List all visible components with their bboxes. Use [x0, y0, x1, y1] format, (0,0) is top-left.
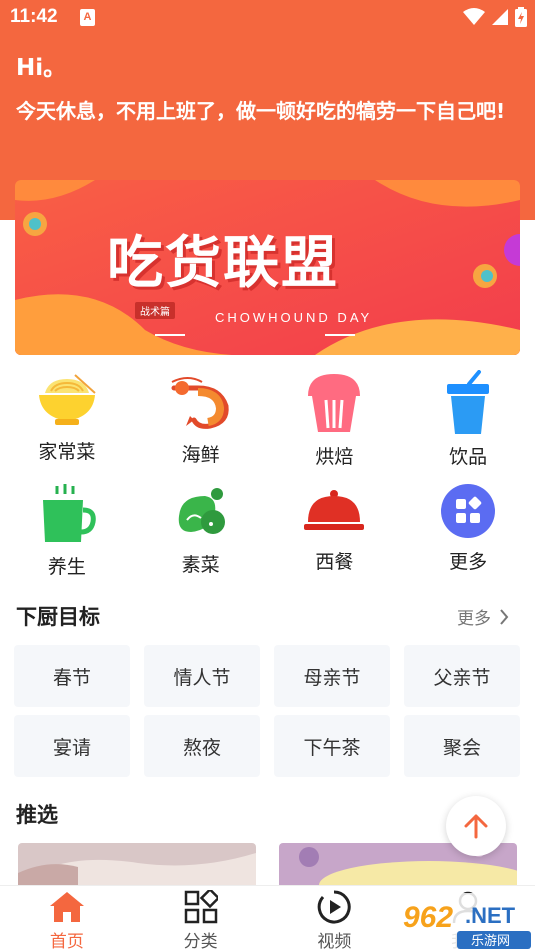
goal-tag[interactable]: 春节 [14, 645, 130, 707]
category-more[interactable]: 更多 [401, 482, 535, 574]
category-grid: 家常菜 海鲜 烘焙 饮品 养生 素菜 西餐 更多 [0, 370, 535, 578]
nav-category[interactable]: 分类 [134, 886, 268, 952]
status-time: 11:42 [10, 6, 58, 27]
home-icon [47, 889, 87, 925]
promo-banner[interactable]: 吃货联盟 战术篇 CHOWHOUND DAY [15, 180, 520, 355]
category-vegetarian[interactable]: 素菜 [134, 482, 268, 576]
vegetables-icon [168, 482, 234, 542]
nav-home[interactable]: 首页 [0, 886, 134, 952]
chevron-right-icon [500, 608, 509, 625]
category-health[interactable]: 养生 [0, 482, 134, 578]
goals-more-link[interactable]: 更多 [457, 604, 509, 629]
goal-tag[interactable]: 聚会 [404, 715, 520, 777]
category-label: 西餐 [315, 551, 354, 573]
nav-label: 视频 [317, 932, 352, 952]
category-drinks[interactable]: 饮品 [401, 370, 535, 468]
greeting-text: Hi。 [16, 55, 67, 81]
noodle-bowl-icon [34, 372, 100, 429]
scroll-to-top-button[interactable] [446, 796, 506, 856]
category-grid-icon [181, 889, 221, 925]
goal-tag[interactable]: 熬夜 [144, 715, 260, 777]
wifi-icon [463, 8, 485, 25]
shrimp-icon [168, 372, 234, 432]
goal-tag[interactable]: 母亲节 [274, 645, 390, 707]
drink-cup-icon [435, 370, 501, 434]
nav-label: 首页 [49, 932, 84, 952]
banner-title: 吃货联盟 [107, 231, 339, 296]
nav-video[interactable]: 视频 [268, 886, 402, 952]
category-label: 家常菜 [38, 441, 96, 463]
goal-tag[interactable]: 宴请 [14, 715, 130, 777]
cupcake-icon [301, 372, 367, 434]
category-label: 饮品 [449, 446, 488, 468]
video-play-icon [314, 889, 354, 925]
more-apps-icon [435, 482, 501, 539]
battery-icon [515, 7, 527, 27]
nav-label: 分类 [183, 932, 218, 952]
goal-tag[interactable]: 情人节 [144, 645, 260, 707]
site-watermark-logo: 962 .NET 乐游网 [397, 893, 535, 952]
status-icons [463, 7, 527, 27]
category-label: 更多 [449, 551, 488, 573]
category-baking[interactable]: 烘焙 [268, 372, 402, 468]
category-western[interactable]: 西餐 [268, 482, 402, 574]
svg-text:962: 962 [403, 901, 453, 934]
recommend-section-title: 推选 [16, 803, 58, 827]
recommend-card-image[interactable] [18, 843, 256, 885]
more-link-label: 更多 [457, 609, 491, 629]
banner-subtitle: CHOWHOUND DAY [215, 310, 373, 325]
svg-text:乐游网: 乐游网 [471, 934, 510, 949]
status-bar: 11:42 A [0, 0, 535, 36]
arrow-up-icon [464, 814, 488, 839]
category-seafood[interactable]: 海鲜 [134, 372, 268, 466]
svg-text:.NET: .NET [465, 903, 516, 928]
signal-icon [492, 9, 508, 25]
goal-tags: 春节 情人节 母亲节 父亲节 宴请 熬夜 下午茶 聚会 [14, 645, 521, 777]
banner-tag: 战术篇 [135, 302, 175, 319]
goals-section-title: 下厨目标 [16, 605, 100, 629]
notification-icon: A [80, 9, 95, 26]
goal-tag[interactable]: 父亲节 [404, 645, 520, 707]
category-label: 养生 [47, 556, 86, 578]
tea-cup-icon [34, 482, 100, 544]
category-label: 素菜 [181, 554, 220, 576]
category-home-cooking[interactable]: 家常菜 [0, 372, 134, 464]
cloche-icon [301, 482, 367, 539]
header-subtitle: 今天休息，不用上班了，做一顿好吃的犒劳一下自己吧! [16, 99, 506, 123]
category-label: 海鲜 [181, 444, 220, 466]
app-root: 11:42 A Hi。 今天休息，不用上班了，做一顿好吃的犒劳一下自己吧! 吃货… [0, 0, 535, 952]
category-label: 烘焙 [315, 446, 354, 468]
goal-tag[interactable]: 下午茶 [274, 715, 390, 777]
